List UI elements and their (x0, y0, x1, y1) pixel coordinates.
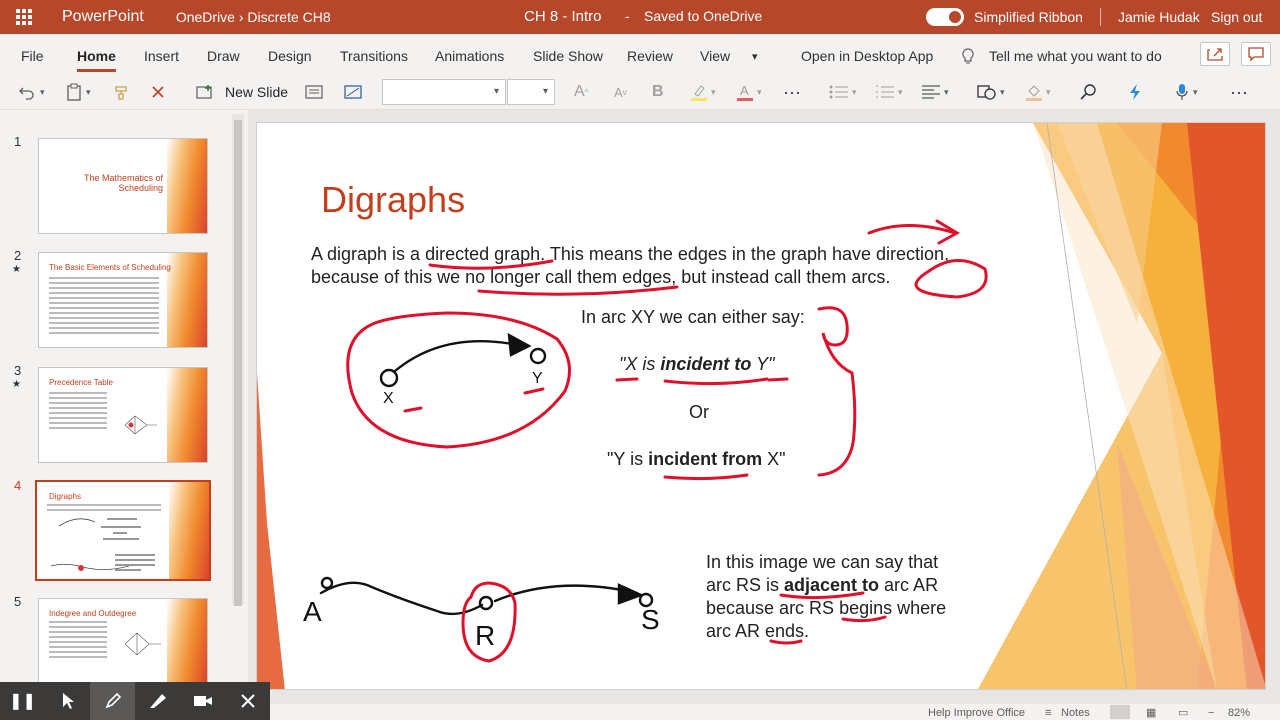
slide-thumbnail-5[interactable]: Indegree and Outdegree (38, 598, 208, 688)
tell-me-search[interactable]: Tell me what you want to do (989, 48, 1162, 64)
thumbnail-title: The Mathematics of Scheduling (83, 173, 163, 193)
numbering-icon[interactable]: ▾ (875, 82, 903, 102)
find-icon[interactable] (1080, 82, 1098, 102)
notes-button[interactable]: Notes (1061, 707, 1090, 719)
simplified-ribbon-toggle[interactable] (926, 8, 964, 26)
tab-insert[interactable]: Insert (144, 48, 179, 64)
slide-number: 5 (14, 594, 22, 609)
tab-slideshow[interactable]: Slide Show (533, 48, 603, 64)
tab-design[interactable]: Design (268, 48, 312, 64)
app-launcher-icon[interactable] (0, 0, 48, 34)
font-family-select[interactable]: ▾ (382, 79, 506, 105)
highlight-icon[interactable]: ▾ (690, 82, 716, 102)
annotation-toolbar: ❚❚ (0, 682, 270, 720)
ribbon-tabs: File Home Insert Draw Design Transitions… (0, 34, 1280, 74)
section-icon[interactable] (344, 82, 362, 102)
tab-transitions[interactable]: Transitions (340, 48, 408, 64)
bullets-icon[interactable]: ▾ (829, 82, 857, 102)
shapes-icon[interactable]: ▾ (977, 82, 1005, 102)
star-icon: ★ (12, 379, 21, 390)
camera-icon[interactable] (180, 682, 225, 720)
dictate-icon[interactable]: ▾ (1175, 82, 1198, 102)
slide-thumbnail-4[interactable]: Digraphs (35, 480, 211, 581)
ribbon-toolbar: ▾ ▾ New Slide ▾ ▾ A ^ Av B ▾ A ▾ ··· ▾ ▾ ▾… (0, 74, 1280, 110)
tab-review[interactable]: Review (627, 48, 673, 64)
help-improve-office-link[interactable]: Help Improve Office (928, 707, 1025, 719)
tab-home[interactable]: Home (77, 48, 116, 72)
app-name[interactable]: PowerPoint (62, 8, 144, 26)
pause-icon[interactable]: ❚❚ (0, 682, 45, 720)
tab-animations[interactable]: Animations (435, 48, 504, 64)
notes-icon[interactable]: ≡ (1045, 707, 1051, 719)
save-status: Saved to OneDrive (644, 8, 763, 24)
normal-view-icon[interactable] (1110, 705, 1130, 719)
font-size-select[interactable]: ▾ (507, 79, 555, 105)
open-desktop-app-button[interactable]: Open in Desktop App (801, 48, 933, 64)
thumbnail-title: Indegree and Outdegree (49, 609, 137, 618)
more-icon[interactable]: ··· (1230, 82, 1248, 102)
highlighter-icon[interactable] (135, 682, 180, 720)
slide-sorter-icon[interactable]: ▦ (1146, 706, 1156, 719)
slide-thumbnail-pane: 1 The Mathematics of Scheduling 2 ★ The … (0, 110, 248, 720)
graph-thumbnail (124, 632, 161, 656)
breadcrumb[interactable]: OneDrive › Discrete CH8 (176, 9, 331, 25)
reading-view-icon[interactable]: ▭ (1178, 706, 1188, 719)
designer-icon[interactable] (1127, 82, 1143, 102)
slide-number: 3 (14, 363, 22, 378)
tab-file[interactable]: File (21, 48, 44, 64)
slide-number: 1 (14, 134, 22, 149)
zoom-out-icon[interactable]: − (1208, 707, 1214, 719)
slide-thumbnail-1[interactable]: The Mathematics of Scheduling (38, 138, 208, 234)
font-grow-icon[interactable]: A ^ (574, 82, 588, 102)
svg-text:A: A (740, 83, 749, 98)
more-icon[interactable]: ··· (783, 82, 801, 102)
status-bar: Help Improve Office ≡ Notes ▦ ▭ − 82% (270, 704, 1280, 720)
cut-icon[interactable] (150, 82, 166, 102)
sign-out-link[interactable]: Sign out (1211, 9, 1262, 25)
comments-icon[interactable] (1241, 42, 1271, 66)
ink-annotations (346, 219, 988, 663)
chevron-down-icon[interactable]: ▾ (752, 50, 758, 63)
bold-icon[interactable]: B (652, 82, 664, 102)
thumbnail-ink (50, 518, 155, 571)
tab-view[interactable]: View (700, 48, 730, 64)
document-title[interactable]: CH 8 - Intro (524, 8, 602, 25)
format-painter-icon[interactable] (114, 82, 130, 102)
new-slide-icon[interactable] (196, 82, 214, 102)
simplified-ribbon-label: Simplified Ribbon (974, 9, 1083, 25)
slide-number: 4 (14, 478, 22, 493)
scrollbar[interactable] (232, 114, 244, 606)
undo-icon[interactable]: ▾ (18, 82, 45, 102)
slide-thumbnail-3[interactable]: Precedence Table (38, 367, 208, 463)
zoom-level[interactable]: 82% (1228, 707, 1250, 719)
divider (1100, 8, 1101, 26)
font-shrink-icon[interactable]: Av (614, 82, 627, 102)
share-icon[interactable] (1200, 42, 1230, 66)
font-color-icon[interactable]: A ▾ (736, 82, 762, 102)
slide-thumbnail-2[interactable]: The Basic Elements of Scheduling (38, 252, 208, 348)
align-icon[interactable]: ▾ (921, 82, 949, 102)
slide[interactable]: Digraphs A digraph is a directed graph. … (256, 122, 1266, 690)
new-slide-button[interactable]: New Slide (225, 82, 288, 102)
clipboard-icon[interactable]: ▾ (66, 82, 91, 102)
user-name[interactable]: Jamie Hudak (1118, 9, 1200, 25)
fill-icon[interactable]: ▾ (1025, 82, 1051, 102)
title-bar: PowerPoint OneDrive › Discrete CH8 CH 8 … (0, 0, 1280, 34)
thumbnail-title: The Basic Elements of Scheduling (49, 263, 171, 272)
layout-icon[interactable] (305, 82, 323, 102)
graph-thumbnail (123, 412, 159, 438)
pen-icon[interactable] (90, 682, 135, 720)
title-separator: - (625, 8, 630, 24)
pointer-icon[interactable] (45, 682, 90, 720)
star-icon: ★ (12, 264, 21, 275)
thumbnail-title: Precedence Table (49, 378, 113, 387)
close-icon[interactable] (225, 682, 270, 720)
lightbulb-icon (962, 48, 974, 67)
slide-number: 2 (14, 248, 22, 263)
tab-draw[interactable]: Draw (207, 48, 240, 64)
